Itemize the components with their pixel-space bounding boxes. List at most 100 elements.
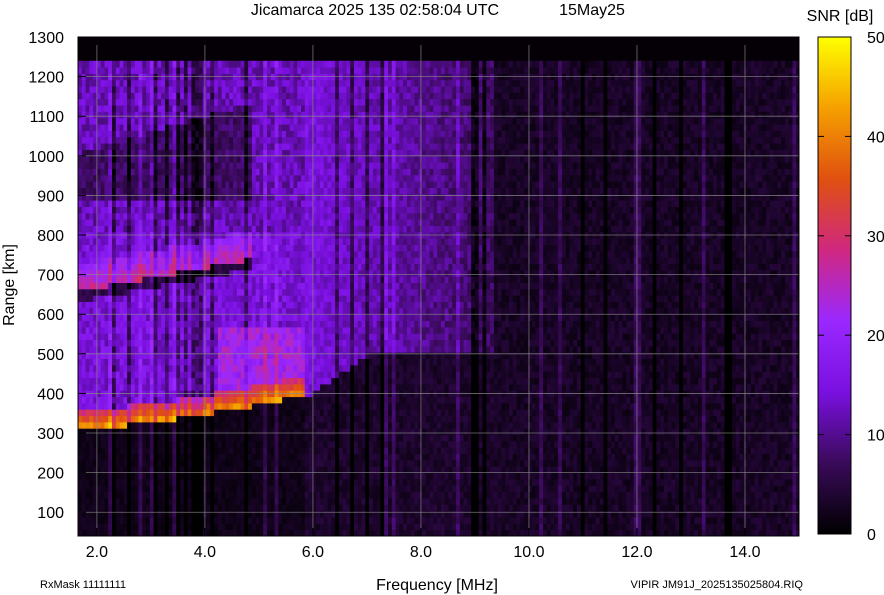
heatmap-cell: [236, 339, 242, 347]
heatmap-cell: [134, 124, 139, 131]
heatmap-cell: [168, 377, 173, 385]
heatmap-cell: [327, 371, 332, 379]
heatmap-cell: [176, 92, 181, 100]
heatmap-cell: [270, 441, 276, 448]
heatmap-cell: [134, 79, 139, 87]
heatmap-cell: [112, 345, 117, 353]
heatmap-cell: [289, 212, 294, 220]
heatmap-cell: [214, 364, 219, 372]
heatmap-cell: [127, 358, 132, 366]
heatmap-cell: [278, 352, 283, 359]
heatmap-cell: [134, 117, 139, 125]
heatmap-cell: [100, 193, 105, 201]
heatmap-cell: [89, 212, 94, 220]
heatmap-cell: [225, 504, 230, 512]
heatmap-cell: [229, 257, 234, 264]
heatmap-cell: [289, 333, 294, 340]
heatmap-cell: [289, 358, 294, 366]
heatmap-cell: [104, 364, 109, 372]
heatmap-cell: [308, 206, 313, 214]
heatmap-cell: [293, 86, 298, 93]
heatmap-cell: [233, 529, 238, 536]
heatmap-cell: [229, 504, 234, 512]
heatmap-cell: [81, 187, 87, 195]
heatmap-cell: [142, 149, 147, 157]
heatmap-cell: [217, 263, 223, 271]
heatmap-cell: [134, 428, 139, 436]
heatmap-cell: [255, 155, 260, 163]
heatmap-cell: [138, 136, 143, 144]
heatmap-cell: [233, 421, 238, 429]
heatmap-cell: [100, 250, 105, 258]
heatmap-cell: [195, 136, 200, 144]
heatmap-cell: [278, 98, 283, 106]
heatmap-cell: [89, 320, 94, 328]
heatmap-cell: [248, 86, 253, 93]
heatmap-cell: [123, 453, 128, 461]
heatmap-cell: [176, 149, 181, 157]
heatmap-cell: [161, 415, 166, 423]
heatmap-cell: [199, 130, 204, 138]
heatmap-cell: [134, 409, 139, 417]
heatmap-cell: [210, 143, 215, 150]
heatmap-cell: [115, 333, 121, 340]
heatmap-cell: [96, 98, 102, 106]
heatmap-cell: [161, 105, 166, 112]
heatmap-cell: [304, 174, 310, 182]
heatmap-cell: [165, 130, 170, 138]
heatmap-cell: [301, 174, 306, 182]
heatmap-cell: [282, 174, 287, 182]
heatmap-cell: [127, 269, 132, 277]
heatmap-cell: [165, 504, 170, 512]
heatmap-cell: [195, 219, 200, 226]
heatmap-cell: [89, 130, 94, 138]
heatmap-cell: [323, 250, 328, 258]
heatmap-cell: [259, 402, 264, 410]
heatmap-cell: [297, 421, 302, 429]
heatmap-cell: [214, 244, 219, 252]
heatmap-cell: [78, 352, 83, 359]
heatmap-cell: [183, 187, 189, 195]
heatmap-cell: [304, 333, 310, 340]
heatmap-cell: [157, 60, 162, 68]
heatmap-cell: [221, 288, 226, 296]
heatmap-cell: [112, 301, 117, 309]
heatmap-cell: [134, 168, 139, 176]
heatmap-cell: [225, 345, 230, 353]
heatmap-cell: [115, 288, 121, 296]
heatmap-cell: [267, 244, 272, 252]
heatmap-cell: [89, 428, 94, 436]
heatmap-cell: [100, 276, 105, 283]
heatmap-cell: [127, 504, 132, 512]
heatmap-cell: [195, 472, 200, 480]
heatmap-cell: [301, 301, 306, 309]
heatmap-cell: [320, 263, 325, 271]
heatmap-cell: [323, 276, 328, 283]
heatmap-cell: [214, 352, 219, 359]
heatmap-cell: [289, 498, 294, 505]
heatmap-cell: [320, 288, 325, 296]
heatmap-cell: [229, 479, 234, 486]
heatmap-cell: [195, 288, 200, 296]
heatmap-cell: [244, 238, 249, 245]
heatmap-cell: [225, 333, 230, 340]
heatmap-cell: [130, 181, 136, 188]
heatmap-cell: [187, 479, 192, 486]
heatmap-cell: [138, 193, 143, 201]
heatmap-cell: [183, 415, 189, 423]
heatmap-cell: [161, 225, 166, 233]
heatmap-cell: [142, 187, 147, 195]
heatmap-cell: [301, 371, 306, 379]
heatmap-cell: [225, 479, 230, 486]
heatmap-cell: [130, 79, 136, 87]
heatmap-cell: [233, 130, 238, 138]
heatmap-cell: [316, 434, 321, 442]
heatmap-cell: [168, 111, 173, 119]
heatmap-cell: [248, 345, 253, 353]
heatmap-cell: [138, 124, 143, 131]
heatmap-cell: [157, 174, 162, 182]
heatmap-cell: [285, 238, 291, 245]
heatmap-cell: [112, 276, 117, 283]
heatmap-cell: [297, 143, 302, 150]
heatmap-cell: [180, 174, 185, 182]
